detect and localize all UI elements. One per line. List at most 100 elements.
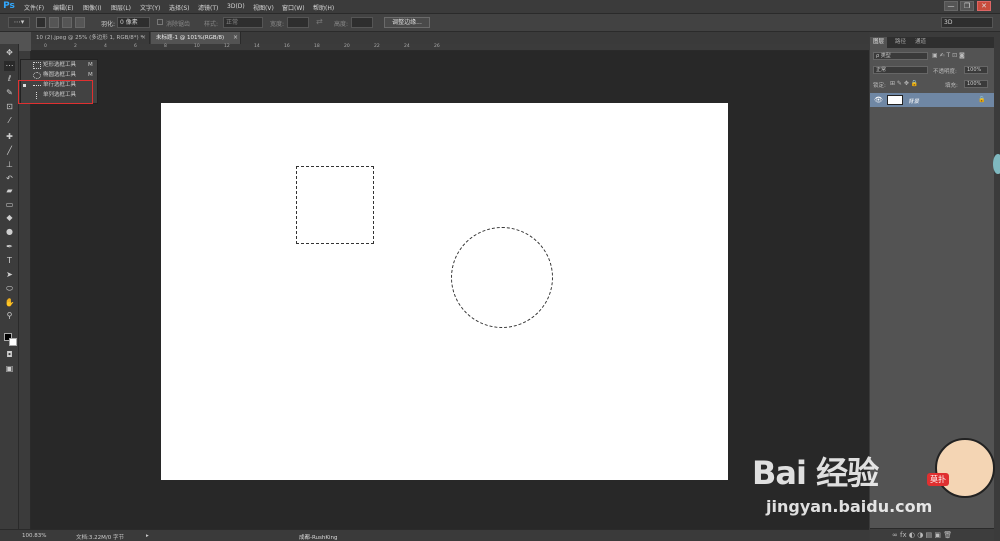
style-select[interactable]: 正常: [223, 17, 263, 28]
tab-channels[interactable]: 通道: [912, 37, 929, 48]
antialias-checkbox[interactable]: [157, 19, 163, 25]
dodge-tool-icon[interactable]: ●: [4, 227, 15, 237]
opacity-input[interactable]: 100%: [964, 66, 988, 74]
history-brush-tool-icon[interactable]: ↶: [4, 174, 15, 184]
tab-layers[interactable]: 图层: [870, 37, 888, 48]
fill-input[interactable]: 100%: [964, 80, 988, 88]
ruler-tick: 8: [164, 44, 167, 49]
eyedropper-tool-icon[interactable]: ⁄: [4, 116, 15, 126]
type-tool-icon[interactable]: T: [4, 256, 15, 266]
ruler-tick: 0: [44, 44, 47, 49]
marquee-tool-icon[interactable]: ⋯: [4, 61, 15, 71]
vertical-ruler: [19, 51, 31, 529]
healing-brush-tool-icon[interactable]: ✚: [4, 132, 15, 142]
opacity-label: 不透明度:: [933, 69, 957, 75]
feather-label: 羽化:: [101, 21, 116, 28]
layer-kind-filter[interactable]: ρ 类型: [873, 52, 928, 60]
lock-label: 锁定:: [873, 83, 886, 89]
menu-layer[interactable]: 图层(L): [111, 3, 131, 12]
document-canvas[interactable]: [161, 103, 728, 480]
elliptical-selection: [451, 227, 553, 328]
pen-tool-icon[interactable]: ✒: [4, 242, 15, 252]
restore-button[interactable]: ❐: [960, 1, 974, 11]
tab-paths[interactable]: 路径: [892, 37, 909, 48]
layers-panel-tabs: 图层 路径 通道: [870, 37, 994, 48]
menu-file[interactable]: 文件(F): [24, 3, 44, 12]
flyout-item-rectangular-marquee[interactable]: 矩形选框工具 M: [21, 61, 97, 70]
photoshop-logo: Ps: [3, 1, 15, 11]
document-size: 文档:3.22M/0 字节: [76, 535, 124, 541]
crop-tool-icon[interactable]: ⊡: [4, 102, 15, 112]
feather-input[interactable]: 0 像素: [117, 17, 150, 28]
layer-thumbnail: [887, 95, 903, 105]
menu-3d[interactable]: 3D(D): [227, 3, 245, 10]
tab-document-2-close-icon[interactable]: ×: [233, 34, 238, 41]
clone-stamp-tool-icon[interactable]: ⊥: [4, 160, 15, 170]
visibility-eye-icon[interactable]: 👁: [874, 96, 883, 104]
ruler-tick: 12: [224, 44, 230, 49]
brush-tool-icon[interactable]: ╱: [4, 146, 15, 156]
height-input[interactable]: [351, 17, 373, 28]
menu-type[interactable]: 文字(Y): [140, 3, 160, 12]
lock-icons[interactable]: ⊞ ✎ ✥ 🔒: [890, 80, 918, 87]
baidu-watermark: Bai 经验: [752, 454, 879, 492]
add-selection-button[interactable]: [49, 17, 59, 28]
swap-icon[interactable]: ⇄: [316, 17, 323, 26]
move-tool-icon[interactable]: ✥: [4, 48, 15, 58]
rectangular-selection: [296, 166, 374, 244]
path-select-tool-icon[interactable]: ➤: [4, 270, 15, 280]
quick-mask-icon[interactable]: ◘: [4, 350, 15, 360]
tool-preset-picker[interactable]: ⋯▾: [8, 17, 30, 28]
intersect-selection-button[interactable]: [75, 17, 85, 28]
blend-mode-select[interactable]: 正常: [873, 66, 928, 74]
screen-mode-icon[interactable]: ▣: [4, 364, 15, 374]
background-color-swatch[interactable]: [9, 338, 17, 346]
flyout-item-shortcut: M: [88, 72, 93, 78]
flyout-item-elliptical-marquee[interactable]: 椭圆选框工具 M: [21, 71, 97, 80]
tab-document-1[interactable]: 10 (2).jpeg @ 25% (多边形 1, RGB/8*) *: [31, 32, 150, 44]
menu-filter[interactable]: 滤镜(T): [198, 3, 218, 12]
ruler-tick: 10: [194, 44, 200, 49]
new-selection-button[interactable]: [36, 17, 46, 28]
shape-tool-icon[interactable]: ⬭: [4, 284, 15, 294]
menu-image[interactable]: 图像(I): [83, 3, 101, 12]
menu-window[interactable]: 窗口(W): [282, 3, 305, 12]
flyout-item-label: 矩形选框工具: [43, 62, 77, 68]
layer-name[interactable]: 背景: [908, 97, 919, 105]
subtract-selection-button[interactable]: [62, 17, 72, 28]
mascot-badge: 莫扑: [927, 473, 949, 486]
tab-document-1-close-icon[interactable]: ×: [141, 34, 146, 41]
zoom-tool-icon[interactable]: ⚲: [4, 311, 15, 321]
ruler-tick: 24: [404, 44, 410, 49]
tab-document-2[interactable]: 未标题-1 @ 101%(RGB/8): [151, 32, 241, 44]
status-menu-arrow-icon[interactable]: ▸: [146, 533, 149, 539]
author-credit: 成都-RushKing: [299, 535, 338, 541]
gradient-tool-icon[interactable]: ▭: [4, 200, 15, 210]
filter-icons[interactable]: ▣ ✍ T ⊡ ◙: [932, 52, 965, 59]
status-bar: [0, 529, 869, 541]
hand-tool-icon[interactable]: ✋: [4, 298, 15, 308]
ruler-tick: 20: [344, 44, 350, 49]
tab-document-1-label: 10 (2).jpeg @ 25% (多边形 1, RGB/8*) *: [36, 35, 144, 41]
ruler-tick: 14: [254, 44, 260, 49]
menu-select[interactable]: 选择(S): [169, 3, 190, 12]
mascot-image: [935, 438, 995, 498]
layer-action-icons[interactable]: ∞ fx ◐ ◑ ▤ ▣ 🗑: [892, 531, 952, 539]
side-handle[interactable]: [993, 154, 1000, 174]
blur-tool-icon[interactable]: ◆: [4, 213, 15, 223]
ruler-tick: 18: [314, 44, 320, 49]
menu-help[interactable]: 帮助(H): [313, 3, 334, 12]
eraser-tool-icon[interactable]: ▰: [4, 186, 15, 196]
lasso-tool-icon[interactable]: ℓ: [4, 74, 15, 84]
ruler-tick: 2: [74, 44, 77, 49]
workspace-select[interactable]: 3D: [941, 17, 993, 28]
quick-select-tool-icon[interactable]: ✎: [4, 88, 15, 98]
menu-edit[interactable]: 编辑(E): [53, 3, 73, 12]
minimize-button[interactable]: —: [944, 1, 958, 11]
refine-edge-button[interactable]: 调整边缘...: [384, 17, 430, 28]
close-window-button[interactable]: ✕: [977, 1, 991, 11]
ruler-tick: 6: [134, 44, 137, 49]
width-input[interactable]: [287, 17, 309, 28]
menu-view[interactable]: 视图(V): [253, 3, 274, 12]
zoom-level[interactable]: 100.83%: [22, 533, 46, 539]
